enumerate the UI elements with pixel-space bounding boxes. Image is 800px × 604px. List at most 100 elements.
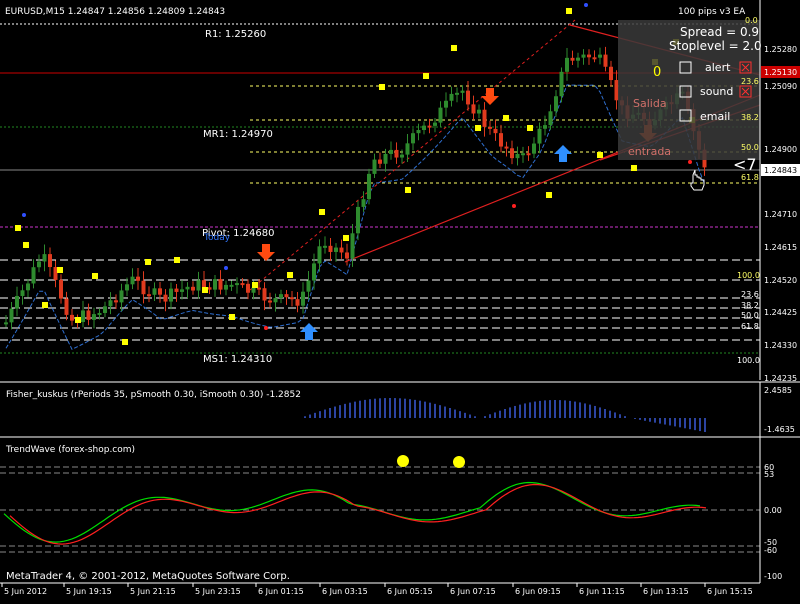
candle-body	[174, 288, 179, 292]
time-label: 5 Jun 23:15	[195, 587, 241, 596]
candle-body	[482, 109, 487, 127]
candle-body	[609, 66, 613, 81]
time-label: 6 Jun 15:15	[707, 587, 753, 596]
candle-body	[268, 300, 272, 303]
price-tick: 1.24520	[764, 276, 797, 285]
time-label: 6 Jun 07:15	[450, 587, 496, 596]
tw-tick: -60	[764, 546, 777, 555]
candle-body	[130, 276, 135, 285]
down-arrow-icon	[257, 244, 275, 261]
mr1-label: MR1: 1.24970	[203, 129, 273, 140]
candle-body	[185, 286, 190, 290]
grid-1000-label: 100.0	[737, 271, 760, 280]
candle-body	[108, 300, 113, 307]
candle-body	[218, 279, 223, 290]
sound-label: sound	[700, 85, 733, 98]
candle-body	[570, 57, 575, 61]
candle-body	[416, 130, 421, 134]
candle-body	[510, 148, 514, 159]
time-label: 6 Jun 11:15	[579, 587, 625, 596]
signal-square	[319, 209, 325, 215]
candle-body	[488, 126, 492, 129]
signal-dots	[15, 3, 695, 345]
candle-body	[356, 206, 360, 234]
candle-body	[169, 288, 173, 302]
grid-382-label: 38.2	[741, 301, 759, 310]
candle-body	[466, 90, 470, 105]
zero-label: 0	[653, 65, 661, 80]
today-label: Today	[203, 233, 231, 243]
fib-236-label: 23.6	[741, 77, 759, 86]
candle-body	[37, 261, 41, 268]
candle-body	[279, 294, 283, 299]
candle-body	[521, 153, 525, 156]
candle-body	[433, 122, 437, 126]
candle-body	[295, 299, 300, 306]
candle-body	[587, 54, 591, 58]
candle-body	[559, 71, 564, 97]
grid-618-label: 61.8	[741, 322, 759, 331]
signal-arrows	[257, 88, 657, 340]
trendwave-label: TrendWave (forex-shop.com)	[5, 445, 135, 455]
candle-body	[400, 154, 404, 158]
time-label: 5 Jun 2012	[4, 587, 47, 596]
grid-236-label: 23.6	[741, 290, 759, 299]
chart-canvas[interactable]: EURUSD,M15 1.24847 1.24856 1.24809 1.248…	[0, 0, 800, 600]
candle-body	[224, 284, 228, 290]
copyright: MetaTrader 4, © 2001-2012, MetaQuotes So…	[6, 571, 290, 582]
salida-label: Salida	[633, 97, 667, 110]
signal-square	[451, 45, 457, 51]
candle-body	[493, 128, 498, 134]
signal-square	[287, 272, 293, 278]
candle-body	[103, 306, 107, 313]
candle-body	[196, 280, 201, 291]
signal-square	[379, 84, 385, 90]
candle-body	[334, 247, 338, 252]
candle-body	[460, 90, 465, 93]
signal-square	[423, 73, 429, 79]
current-price-text: 1.24843	[764, 166, 797, 175]
candle-body	[86, 310, 91, 320]
candle-body	[301, 291, 305, 306]
candle-body	[339, 247, 344, 253]
mt4-chart-window[interactable]: EURUSD,M15 1.24847 1.24856 1.24809 1.248…	[0, 0, 800, 600]
candle-body	[4, 322, 8, 325]
fisher-tick: 2.4585	[764, 386, 792, 395]
signal-square	[475, 125, 481, 131]
candle-body	[411, 133, 415, 144]
fib-diagonal	[249, 19, 576, 291]
candle-body	[31, 267, 36, 284]
candle-body	[427, 125, 432, 128]
signal-square	[92, 273, 98, 279]
candle-body	[477, 109, 481, 114]
lt7-label: <7	[733, 155, 757, 174]
candle-body	[361, 199, 366, 207]
trendwave-red-line	[9, 483, 707, 545]
price-axis-ticks: 1.25280 1.25090 1.24900 1.24710 1.24615 …	[764, 45, 797, 383]
trendwave-peak-dot	[397, 455, 409, 467]
price-tick: 1.24425	[764, 308, 797, 317]
candle-body	[532, 143, 536, 154]
candle-body	[48, 254, 52, 268]
candle-body	[9, 308, 14, 323]
candle-body	[152, 288, 157, 295]
candlesticks	[4, 46, 707, 330]
signal-dot	[224, 266, 228, 270]
candle-body	[444, 100, 448, 108]
candle-body	[499, 133, 503, 147]
price-tick: 1.24615	[764, 243, 797, 252]
time-label: 5 Jun 19:15	[66, 587, 112, 596]
candle-body	[449, 93, 454, 101]
signal-square	[174, 257, 180, 263]
ms1-label: MS1: 1.24310	[203, 354, 272, 365]
candle-body	[598, 54, 602, 58]
signal-square	[343, 235, 349, 241]
candle-body	[158, 288, 162, 295]
tw-tick: 0.00	[764, 506, 782, 515]
candle-body	[262, 288, 267, 301]
stoplevel-label: Stoplevel = 2.0	[669, 39, 762, 53]
time-label: 6 Jun 09:15	[515, 587, 561, 596]
price-tick: 1.24900	[764, 145, 797, 154]
ms1-100-label: 100.0	[737, 356, 760, 365]
time-axis: 5 Jun 2012 5 Jun 19:15 5 Jun 21:15 5 Jun 23…	[1, 583, 753, 596]
